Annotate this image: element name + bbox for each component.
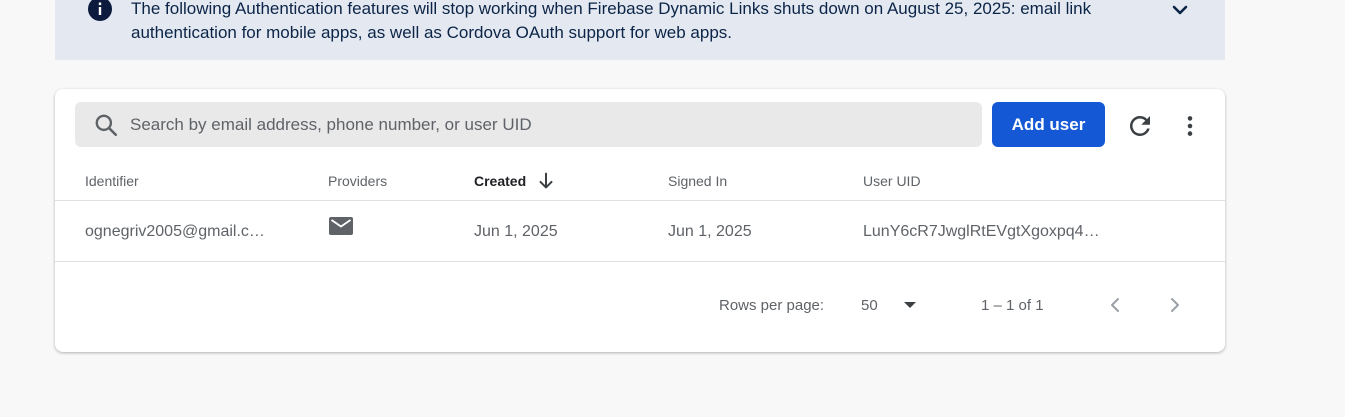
column-header-created[interactable]: Created (474, 172, 526, 190)
more-vert-icon[interactable] (1177, 111, 1203, 141)
row-created: Jun 1, 2025 (474, 223, 558, 240)
rows-per-page-value: 50 (861, 297, 878, 314)
add-user-button[interactable]: Add user (992, 102, 1105, 147)
arrow-down-icon[interactable] (535, 170, 557, 192)
banner-message: The following Authentication features wi… (131, 0, 1092, 42)
row-signed-in: Jun 1, 2025 (668, 223, 752, 240)
header-divider (55, 200, 1225, 201)
info-icon (88, 0, 112, 21)
rows-per-page-label: Rows per page: (719, 297, 825, 314)
row-identifier[interactable]: ognegriv2005@gmail.c… (85, 222, 265, 242)
row-divider (55, 261, 1225, 262)
search-icon (95, 114, 118, 137)
search-bar[interactable] (75, 102, 982, 147)
chevron-down-icon[interactable] (1168, 0, 1192, 22)
row-user-uid[interactable]: LunY6cR7JwglRtEVgtXgoxpq4… (863, 222, 1100, 242)
refresh-icon[interactable] (1125, 111, 1155, 141)
chevron-left-icon[interactable] (1103, 293, 1127, 317)
column-header-identifier[interactable]: Identifier (85, 172, 139, 190)
mail-icon (329, 217, 353, 235)
rows-per-page-select[interactable]: 50 (855, 289, 925, 321)
info-banner: The following Authentication features wi… (55, 0, 1225, 60)
search-input[interactable] (130, 102, 970, 147)
column-header-signed-in[interactable]: Signed In (668, 172, 727, 190)
column-header-providers[interactable]: Providers (328, 172, 387, 190)
column-header-user-uid[interactable]: User UID (863, 172, 921, 190)
dropdown-arrow-icon (904, 302, 916, 308)
users-card: Add user Identifier Providers Created Si… (55, 89, 1225, 352)
pagination-range: 1 – 1 of 1 (981, 297, 1044, 314)
chevron-right-icon[interactable] (1163, 293, 1187, 317)
